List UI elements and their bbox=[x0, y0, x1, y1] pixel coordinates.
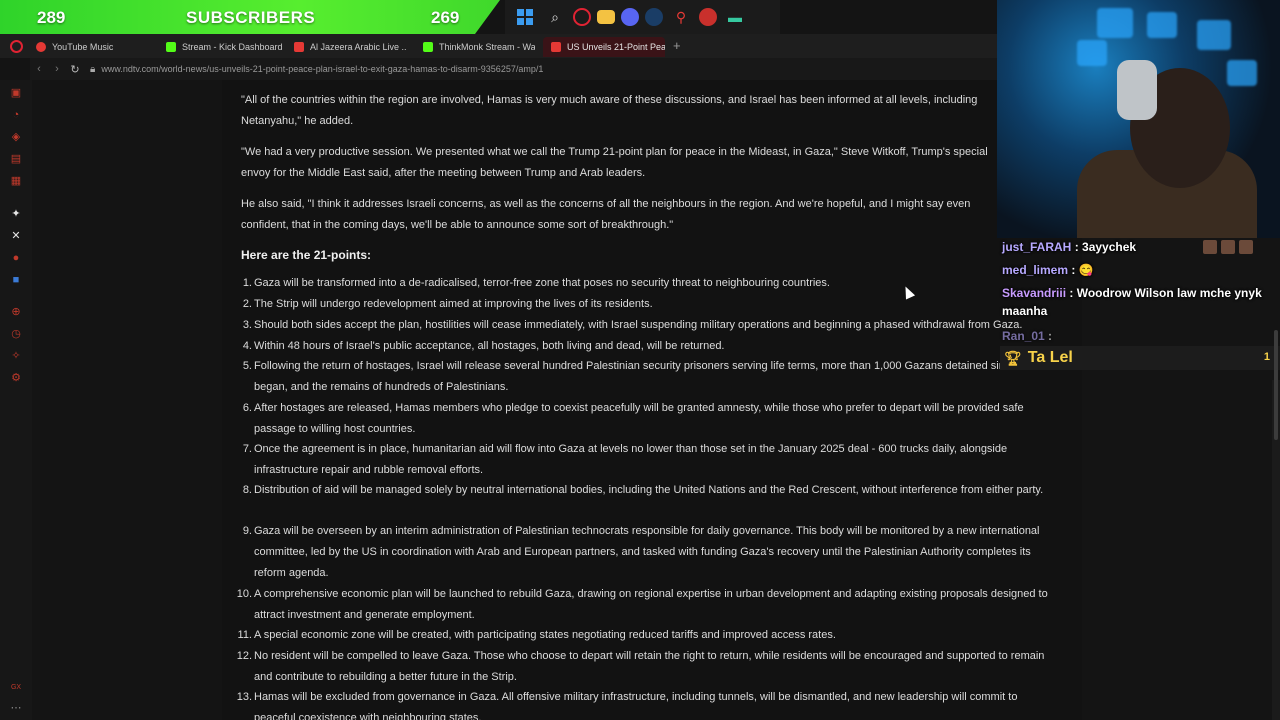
chat-badges bbox=[1203, 240, 1253, 254]
webcam-light bbox=[1077, 40, 1107, 66]
opera-logo-icon[interactable] bbox=[10, 40, 23, 53]
tab-ndtv-article[interactable]: US Unveils 21-Point Peac bbox=[543, 37, 665, 57]
tab-bar: YouTube Music Stream - Kick Dashboard Al… bbox=[0, 34, 1000, 58]
subscriber-title: SUBSCRIBERS bbox=[186, 8, 316, 27]
tab-label: ThinkMonk Stream - Wat... bbox=[439, 42, 535, 52]
ndtv-icon bbox=[551, 42, 561, 52]
article-body: "All of the countries within the region … bbox=[222, 80, 1082, 720]
subscriber-left-count: 289 bbox=[37, 8, 66, 27]
scroll-thumb[interactable] bbox=[1274, 330, 1278, 440]
tab-al-jazeera[interactable]: Al Jazeera Arabic Live ... bbox=[294, 37, 406, 57]
steam-icon[interactable] bbox=[645, 8, 663, 26]
youtube-icon bbox=[294, 42, 304, 52]
webcam-light bbox=[1197, 20, 1231, 50]
webcam-light bbox=[1147, 12, 1177, 38]
tab-thinkmonk-stream[interactable]: ThinkMonk Stream - Wat... bbox=[423, 37, 535, 57]
webcam-light bbox=[1227, 60, 1257, 86]
back-icon[interactable]: ‹ bbox=[30, 63, 48, 75]
search-icon[interactable]: ⌕ bbox=[543, 5, 567, 29]
chat-alert: 🏆︎ Ta Lel 1 bbox=[1000, 346, 1280, 370]
bluesky-icon[interactable]: ■ bbox=[10, 274, 22, 286]
history-icon[interactable]: ◔ bbox=[10, 109, 22, 121]
workspace-icon[interactable]: ◈ bbox=[10, 131, 22, 143]
x-icon[interactable]: ✕ bbox=[10, 230, 22, 242]
windows-icon[interactable] bbox=[513, 5, 537, 29]
youtube-sidebar-icon[interactable]: ● bbox=[10, 252, 22, 264]
chat-message: Skavandriii : Woodrow Wilson law mche yn… bbox=[1002, 286, 1262, 318]
tab-label: US Unveils 21-Point Peac bbox=[567, 42, 665, 52]
discord-icon[interactable] bbox=[621, 8, 639, 26]
player-icon[interactable]: ▦ bbox=[10, 175, 22, 187]
tab-kick-dashboard[interactable]: Stream - Kick Dashboard bbox=[166, 37, 283, 57]
kick-icon bbox=[423, 42, 433, 52]
youtube-music-icon bbox=[36, 42, 46, 52]
tab-label: Al Jazeera Arabic Live ... bbox=[310, 42, 406, 52]
chat-message: med_limem : 😋 bbox=[1002, 263, 1094, 277]
article-paragraph: "All of the countries within the region … bbox=[241, 94, 978, 127]
webcam-overlay bbox=[997, 0, 1280, 238]
lock-icon: 🔒︎ bbox=[90, 63, 96, 75]
kick-icon bbox=[166, 42, 176, 52]
browser-sidebar: ▣ ◔ ◈ ▤ ▦ ✦ ✕ ● ■ ⊕ ◷ ✧ ⚙ GX ⋯ bbox=[0, 80, 32, 720]
clock-icon[interactable]: ◷ bbox=[10, 328, 22, 340]
alert-count: 1 bbox=[1263, 351, 1270, 363]
subscriber-banner: 289 SUBSCRIBERS 269 bbox=[0, 0, 500, 34]
chat-message: just_FARAH : 3ayychek bbox=[1002, 238, 1277, 256]
article-paragraph: He also said, "I think it addresses Isra… bbox=[241, 198, 971, 231]
address-bar: ‹ › ↻ 🔒︎ www.ndtv.com/world-news/us-unve… bbox=[30, 58, 1000, 80]
extensions-icon[interactable]: ✧ bbox=[10, 350, 22, 362]
alert-name: Ta Lel bbox=[1027, 349, 1073, 366]
url-text[interactable]: www.ndtv.com/world-news/us-unveils-21-po… bbox=[101, 64, 543, 74]
opera-icon[interactable] bbox=[573, 8, 591, 26]
chat-overlay: just_FARAH : 3ayychek med_limem : 😋 Skav… bbox=[1000, 238, 1280, 378]
folder-icon[interactable] bbox=[597, 10, 615, 24]
chrome-icon[interactable] bbox=[699, 8, 717, 26]
reload-icon[interactable]: ↻ bbox=[66, 63, 84, 76]
settings-icon[interactable]: ⚙ bbox=[10, 372, 22, 384]
tab-label: Stream - Kick Dashboard bbox=[182, 42, 283, 52]
taskbar: ⌕ ⚲ ▬ bbox=[505, 0, 780, 34]
headset bbox=[1117, 60, 1157, 120]
add-icon[interactable]: ⊕ bbox=[10, 306, 22, 318]
gx-icon[interactable]: GX bbox=[10, 682, 22, 694]
trophy-icon: 🏆︎ bbox=[1004, 349, 1022, 366]
messenger-icon[interactable]: ▤ bbox=[10, 153, 22, 165]
article-paragraph: "We had a very productive session. We pr… bbox=[241, 146, 988, 179]
chat-message: Ran_01 : bbox=[1002, 329, 1053, 343]
subscriber-right-count: 269 bbox=[431, 8, 460, 27]
more-icon[interactable]: ⋯ bbox=[10, 702, 22, 714]
new-tab-icon[interactable]: + bbox=[673, 38, 681, 53]
points-heading: Here are the 21-points: bbox=[241, 248, 372, 262]
maps-icon[interactable]: ⚲ bbox=[669, 5, 693, 29]
aria-icon[interactable]: ▣ bbox=[10, 87, 22, 99]
tab-youtube-music[interactable]: YouTube Music bbox=[36, 37, 113, 57]
tab-label: YouTube Music bbox=[52, 42, 114, 52]
webcam-light bbox=[1097, 8, 1133, 38]
forward-icon[interactable]: › bbox=[48, 63, 66, 75]
kick-sidebar-icon[interactable]: ✦ bbox=[10, 208, 22, 220]
app-icon[interactable]: ▬ bbox=[723, 5, 747, 29]
